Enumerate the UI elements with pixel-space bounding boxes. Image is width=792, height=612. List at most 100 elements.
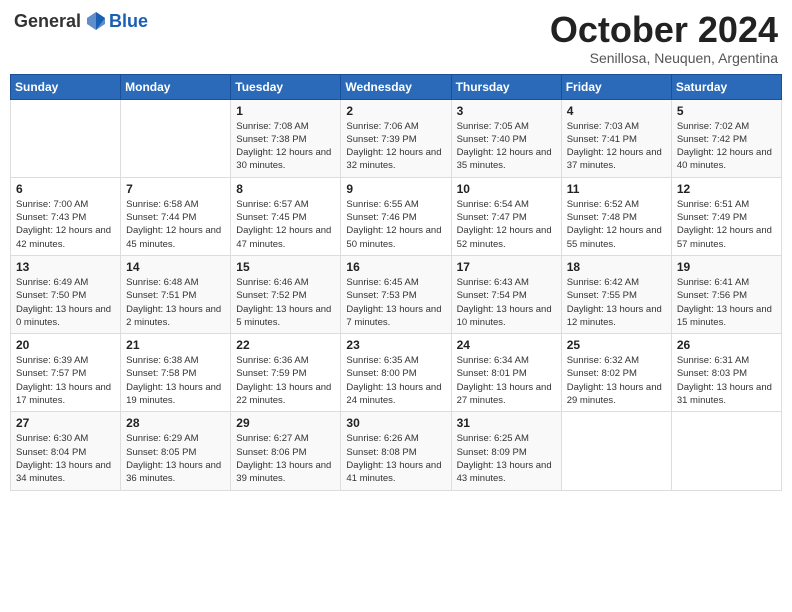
weekday-header-sunday: Sunday <box>11 74 121 99</box>
calendar-cell: 17 Sunrise: 6:43 AM Sunset: 7:54 PM Dayli… <box>451 255 561 333</box>
day-number: 26 <box>677 338 776 352</box>
day-number: 6 <box>16 182 115 196</box>
day-info: Sunrise: 6:36 AM Sunset: 7:59 PM Dayligh… <box>236 354 335 407</box>
day-number: 23 <box>346 338 445 352</box>
calendar-week-2: 6 Sunrise: 7:00 AM Sunset: 7:43 PM Daylig… <box>11 177 782 255</box>
day-info: Sunrise: 6:52 AM Sunset: 7:48 PM Dayligh… <box>567 198 666 251</box>
day-number: 29 <box>236 416 335 430</box>
day-number: 30 <box>346 416 445 430</box>
calendar-cell: 23 Sunrise: 6:35 AM Sunset: 8:00 PM Dayli… <box>341 334 451 412</box>
calendar-cell: 5Sunrise: 7:02 AM Sunset: 7:42 PM Daylig… <box>671 99 781 177</box>
day-number: 18 <box>567 260 666 274</box>
day-number: 27 <box>16 416 115 430</box>
day-info: Sunrise: 7:05 AM Sunset: 7:40 PM Dayligh… <box>457 120 556 173</box>
calendar-cell: 16 Sunrise: 6:45 AM Sunset: 7:53 PM Dayli… <box>341 255 451 333</box>
calendar-cell: 21 Sunrise: 6:38 AM Sunset: 7:58 PM Dayli… <box>121 334 231 412</box>
calendar-cell: 10 Sunrise: 6:54 AM Sunset: 7:47 PM Dayli… <box>451 177 561 255</box>
day-info: Sunrise: 6:25 AM Sunset: 8:09 PM Dayligh… <box>457 432 556 485</box>
calendar-cell <box>561 412 671 490</box>
day-number: 19 <box>677 260 776 274</box>
day-info: Sunrise: 6:43 AM Sunset: 7:54 PM Dayligh… <box>457 276 556 329</box>
day-info: Sunrise: 6:38 AM Sunset: 7:58 PM Dayligh… <box>126 354 225 407</box>
day-info: Sunrise: 6:58 AM Sunset: 7:44 PM Dayligh… <box>126 198 225 251</box>
day-info: Sunrise: 7:00 AM Sunset: 7:43 PM Dayligh… <box>16 198 115 251</box>
day-number: 8 <box>236 182 335 196</box>
day-info: Sunrise: 6:35 AM Sunset: 8:00 PM Dayligh… <box>346 354 445 407</box>
calendar-week-4: 20 Sunrise: 6:39 AM Sunset: 7:57 PM Dayli… <box>11 334 782 412</box>
day-number: 1 <box>236 104 335 118</box>
page-header: General Blue October 2024 Senillosa, Neu… <box>10 10 782 66</box>
day-number: 11 <box>567 182 666 196</box>
day-info: Sunrise: 6:54 AM Sunset: 7:47 PM Dayligh… <box>457 198 556 251</box>
day-number: 25 <box>567 338 666 352</box>
day-number: 2 <box>346 104 445 118</box>
day-number: 31 <box>457 416 556 430</box>
day-number: 4 <box>567 104 666 118</box>
calendar-cell: 30 Sunrise: 6:26 AM Sunset: 8:08 PM Dayli… <box>341 412 451 490</box>
weekday-header-wednesday: Wednesday <box>341 74 451 99</box>
day-info: Sunrise: 6:41 AM Sunset: 7:56 PM Dayligh… <box>677 276 776 329</box>
day-number: 20 <box>16 338 115 352</box>
day-number: 10 <box>457 182 556 196</box>
calendar-cell: 4 Sunrise: 7:03 AM Sunset: 7:41 PM Daylig… <box>561 99 671 177</box>
weekday-header-saturday: Saturday <box>671 74 781 99</box>
logo-icon <box>85 10 107 32</box>
calendar-week-1: 1 Sunrise: 7:08 AM Sunset: 7:38 PM Daylig… <box>11 99 782 177</box>
calendar-cell: 11 Sunrise: 6:52 AM Sunset: 7:48 PM Dayli… <box>561 177 671 255</box>
calendar-cell: 14 Sunrise: 6:48 AM Sunset: 7:51 PM Dayli… <box>121 255 231 333</box>
calendar-cell: 22 Sunrise: 6:36 AM Sunset: 7:59 PM Dayli… <box>231 334 341 412</box>
day-info: Sunrise: 6:29 AM Sunset: 8:05 PM Dayligh… <box>126 432 225 485</box>
calendar-cell: 27 Sunrise: 6:30 AM Sunset: 8:04 PM Dayli… <box>11 412 121 490</box>
day-number: 22 <box>236 338 335 352</box>
calendar-week-3: 13Sunrise: 6:49 AM Sunset: 7:50 PM Dayli… <box>11 255 782 333</box>
day-number: 16 <box>346 260 445 274</box>
day-number: 9 <box>346 182 445 196</box>
calendar-cell: 9 Sunrise: 6:55 AM Sunset: 7:46 PM Daylig… <box>341 177 451 255</box>
calendar-cell: 25 Sunrise: 6:32 AM Sunset: 8:02 PM Dayli… <box>561 334 671 412</box>
calendar-cell <box>121 99 231 177</box>
day-info: Sunrise: 7:02 AM Sunset: 7:42 PM Dayligh… <box>677 120 776 173</box>
calendar-cell: 15 Sunrise: 6:46 AM Sunset: 7:52 PM Dayli… <box>231 255 341 333</box>
day-info: Sunrise: 6:32 AM Sunset: 8:02 PM Dayligh… <box>567 354 666 407</box>
day-number: 14 <box>126 260 225 274</box>
day-info: Sunrise: 6:55 AM Sunset: 7:46 PM Dayligh… <box>346 198 445 251</box>
calendar-cell: 1 Sunrise: 7:08 AM Sunset: 7:38 PM Daylig… <box>231 99 341 177</box>
day-number: 15 <box>236 260 335 274</box>
logo-general-text: General <box>14 11 81 32</box>
day-number: 24 <box>457 338 556 352</box>
day-info: Sunrise: 6:39 AM Sunset: 7:57 PM Dayligh… <box>16 354 115 407</box>
calendar-cell: 12Sunrise: 6:51 AM Sunset: 7:49 PM Dayli… <box>671 177 781 255</box>
day-number: 28 <box>126 416 225 430</box>
day-number: 7 <box>126 182 225 196</box>
day-info: Sunrise: 7:03 AM Sunset: 7:41 PM Dayligh… <box>567 120 666 173</box>
calendar-cell: 29 Sunrise: 6:27 AM Sunset: 8:06 PM Dayli… <box>231 412 341 490</box>
weekday-header-friday: Friday <box>561 74 671 99</box>
calendar-cell <box>11 99 121 177</box>
day-number: 17 <box>457 260 556 274</box>
day-info: Sunrise: 6:26 AM Sunset: 8:08 PM Dayligh… <box>346 432 445 485</box>
calendar-cell <box>671 412 781 490</box>
calendar-cell: 26 Sunrise: 6:31 AM Sunset: 8:03 PM Dayli… <box>671 334 781 412</box>
calendar-cell: 6 Sunrise: 7:00 AM Sunset: 7:43 PM Daylig… <box>11 177 121 255</box>
day-number: 3 <box>457 104 556 118</box>
day-number: 21 <box>126 338 225 352</box>
calendar-cell: 24Sunrise: 6:34 AM Sunset: 8:01 PM Dayli… <box>451 334 561 412</box>
day-info: Sunrise: 6:48 AM Sunset: 7:51 PM Dayligh… <box>126 276 225 329</box>
calendar-cell: 28 Sunrise: 6:29 AM Sunset: 8:05 PM Dayli… <box>121 412 231 490</box>
day-info: Sunrise: 6:42 AM Sunset: 7:55 PM Dayligh… <box>567 276 666 329</box>
day-info: Sunrise: 6:27 AM Sunset: 8:06 PM Dayligh… <box>236 432 335 485</box>
day-info: Sunrise: 7:06 AM Sunset: 7:39 PM Dayligh… <box>346 120 445 173</box>
day-info: Sunrise: 7:08 AM Sunset: 7:38 PM Dayligh… <box>236 120 335 173</box>
logo: General Blue <box>14 10 148 32</box>
day-info: Sunrise: 6:46 AM Sunset: 7:52 PM Dayligh… <box>236 276 335 329</box>
calendar-table: SundayMondayTuesdayWednesdayThursdayFrid… <box>10 74 782 491</box>
calendar-cell: 2 Sunrise: 7:06 AM Sunset: 7:39 PM Daylig… <box>341 99 451 177</box>
day-info: Sunrise: 6:51 AM Sunset: 7:49 PM Dayligh… <box>677 198 776 251</box>
calendar-cell: 19 Sunrise: 6:41 AM Sunset: 7:56 PM Dayli… <box>671 255 781 333</box>
subtitle: Senillosa, Neuquen, Argentina <box>550 50 778 66</box>
day-info: Sunrise: 6:45 AM Sunset: 7:53 PM Dayligh… <box>346 276 445 329</box>
calendar-week-5: 27 Sunrise: 6:30 AM Sunset: 8:04 PM Dayli… <box>11 412 782 490</box>
calendar-cell: 18 Sunrise: 6:42 AM Sunset: 7:55 PM Dayli… <box>561 255 671 333</box>
day-info: Sunrise: 6:31 AM Sunset: 8:03 PM Dayligh… <box>677 354 776 407</box>
day-info: Sunrise: 6:30 AM Sunset: 8:04 PM Dayligh… <box>16 432 115 485</box>
